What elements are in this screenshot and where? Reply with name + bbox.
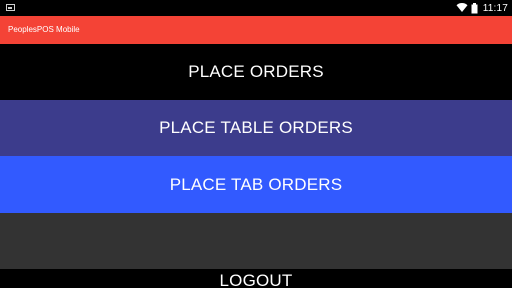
place-tab-orders-button[interactable]: PLACE TAB ORDERS <box>0 156 512 213</box>
status-bar: 11:17 <box>0 0 512 16</box>
status-time: 11:17 <box>482 2 508 14</box>
place-table-orders-button[interactable]: PLACE TABLE ORDERS <box>0 100 512 156</box>
place-orders-button[interactable]: PLACE ORDERS <box>0 44 512 100</box>
blank-button[interactable] <box>0 213 512 269</box>
screen: 11:17 PeoplesPOS Mobile PLACE ORDERS PLA… <box>0 0 512 288</box>
logout-label: LOGOUT <box>219 271 293 288</box>
battery-icon <box>471 2 478 14</box>
gallery-notification-icon <box>6 4 15 11</box>
app-title: PeoplesPOS Mobile <box>8 25 80 34</box>
logout-button[interactable]: LOGOUT <box>0 269 512 288</box>
status-right: 11:17 <box>456 0 508 16</box>
app-bar: PeoplesPOS Mobile <box>0 16 512 44</box>
place-orders-label: PLACE ORDERS <box>188 62 324 81</box>
place-table-orders-label: PLACE TABLE ORDERS <box>159 118 353 137</box>
wifi-icon <box>456 3 468 13</box>
place-tab-orders-label: PLACE TAB ORDERS <box>169 174 343 194</box>
